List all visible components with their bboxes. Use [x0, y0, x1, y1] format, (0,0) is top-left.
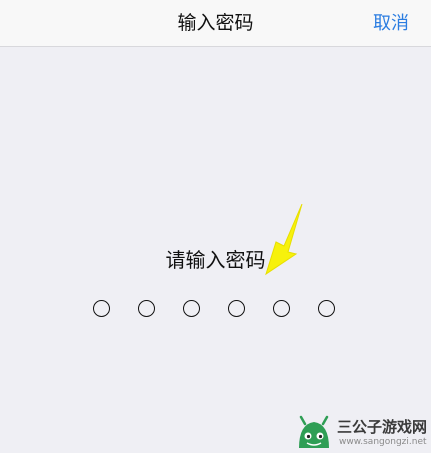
- passcode-dot: [228, 300, 245, 317]
- passcode-dot: [318, 300, 335, 317]
- passcode-dot: [273, 300, 290, 317]
- watermark: 三公子游戏网 www.sangongzi.net: [295, 410, 431, 453]
- navigation-bar: 输入密码 取消: [0, 0, 431, 47]
- yellow-arrow-icon: [265, 204, 303, 276]
- android-robot-icon: [299, 415, 329, 448]
- passcode-prompt: 请输入密码: [165, 248, 266, 272]
- passcode-dot: [183, 300, 200, 317]
- passcode-dot: [138, 300, 155, 317]
- watermark-url: www.sangongzi.net: [339, 437, 427, 447]
- watermark-title: 三公子游戏网: [337, 418, 428, 436]
- passcode-dots[interactable]: [0, 300, 431, 322]
- cancel-button[interactable]: 取消: [373, 0, 409, 47]
- passcode-dot: [93, 300, 110, 317]
- page-title: 输入密码: [177, 12, 254, 34]
